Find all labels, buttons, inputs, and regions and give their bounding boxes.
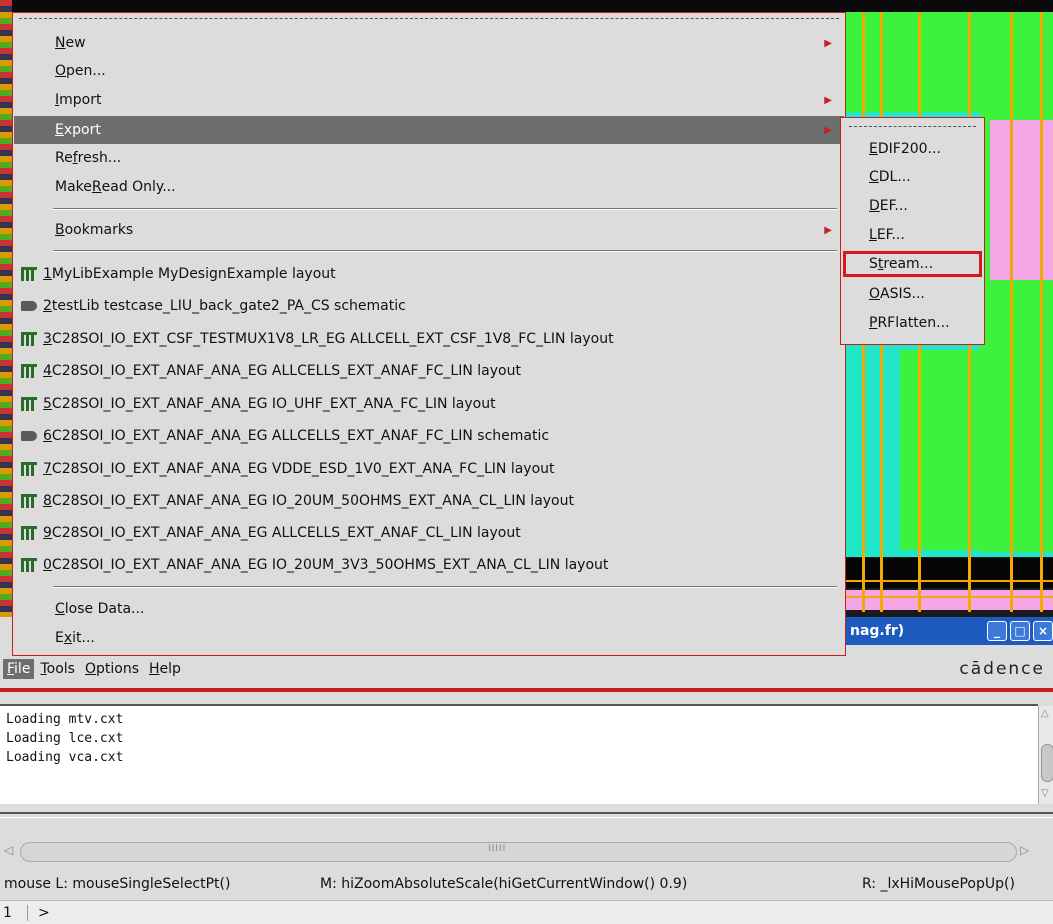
recent-item[interactable]: 3 C28SOI_IO_EXT_CSF_TESTMUX1V8_LR_EG ALL… [14, 324, 844, 354]
layout-icon [21, 267, 37, 281]
mouse-right-binding: R: _lxHiMousePopUp() [862, 876, 1015, 892]
console-line: Loading vca.cxt [6, 750, 124, 765]
layout-pink-region [990, 120, 1053, 280]
minimize-icon[interactable]: _ [987, 621, 1007, 641]
scroll-right-icon[interactable]: ▷ [1020, 843, 1029, 857]
layout-gold-hwire [846, 580, 1053, 582]
export-item-oasis[interactable]: O ASIS... [843, 281, 982, 307]
maximize-icon[interactable]: □ [1010, 621, 1030, 641]
console-output[interactable]: Loading mtv.cxt Loading lce.cxt Loading … [0, 704, 1038, 804]
recent-item[interactable]: 6 C28SOI_IO_EXT_ANAF_ANA_EG ALLCELLS_EXT… [14, 421, 844, 451]
menu-separator [53, 586, 837, 588]
schematic-icon [21, 301, 37, 311]
command-line-number: 1 [0, 904, 28, 921]
file-menu-dropdown: New ▶ Open... Import ▶ Export ▶ Re f resh.… [12, 12, 846, 656]
layout-icon [21, 397, 37, 411]
recent-item[interactable]: 0 C28SOI_IO_EXT_ANAF_ANA_EG IO_20UM_3V3_… [14, 550, 844, 580]
command-prompt[interactable]: > [28, 905, 50, 921]
mouse-status-bar: mouse L: mouseSingleSelectPt() M: hiZoom… [0, 872, 1053, 896]
menu-item-close-data[interactable]: Close Data... [14, 595, 844, 623]
layout-icon [21, 526, 37, 540]
layout-icon [21, 332, 37, 346]
console-line: Loading mtv.cxt [6, 712, 124, 727]
console-line: Loading lce.cxt [6, 731, 124, 746]
horizontal-scrollbar[interactable]: ◁ IIIII ▷ [0, 840, 1038, 864]
recent-item[interactable]: 9 C28SOI_IO_EXT_ANAF_ANA_EG ALLCELLS_EXT… [14, 518, 844, 548]
layout-gold-hwire [846, 596, 1053, 598]
layout-black-band [846, 558, 1053, 588]
panel-divider [0, 812, 1053, 818]
recent-item[interactable]: 4 C28SOI_IO_EXT_ANAF_ANA_EG ALLCELLS_EXT… [14, 356, 844, 386]
layout-left-strip [0, 0, 12, 617]
menu-item-open[interactable]: Open... [14, 57, 844, 85]
close-icon[interactable]: × [1033, 621, 1053, 641]
menu-item-export[interactable]: Export ▶ [14, 116, 844, 144]
export-item-stream[interactable]: St ream... [843, 251, 982, 277]
submenu-arrow-icon: ▶ [824, 224, 832, 236]
cadence-logo: cādence [959, 659, 1045, 679]
menu-tearoff[interactable] [19, 18, 839, 19]
export-item-cdl[interactable]: C DL... [843, 164, 982, 190]
scroll-left-icon[interactable]: ◁ [4, 843, 13, 857]
menu-tools[interactable]: Tools [36, 659, 79, 679]
menu-bar: File Tools Options Help [0, 656, 1053, 682]
layout-icon [21, 494, 37, 508]
recent-item[interactable]: 7 C28SOI_IO_EXT_ANAF_ANA_EG VDDE_ESD_1V0… [14, 454, 844, 484]
window-titlebar[interactable]: nag.fr) _ □ × [846, 617, 1053, 645]
menu-item-refresh[interactable]: Re f resh... [14, 144, 844, 172]
brand-divider [0, 688, 1053, 692]
menu-item-exit[interactable]: Ex it... [14, 624, 844, 652]
layout-gold-wire [1010, 12, 1013, 612]
recent-item[interactable]: 2 testLib testcase_LIU_back_gate2_PA_CS … [14, 291, 844, 321]
mouse-left-binding: mouse L: mouseSingleSelectPt() [4, 876, 231, 892]
menu-separator [53, 250, 837, 252]
recent-item[interactable]: 1 MyLibExample MyDesignExample layout [14, 259, 844, 289]
layout-gold-wire [1040, 12, 1043, 612]
recent-item[interactable]: 5 C28SOI_IO_EXT_ANAF_ANA_EG IO_UHF_EXT_A… [14, 389, 844, 419]
menu-item-make-read-only[interactable]: Make Read Only... [14, 173, 844, 201]
console-vertical-scrollbar[interactable]: △ ▽ [1038, 706, 1053, 804]
mouse-middle-binding: M: hiZoomAbsoluteScale(hiGetCurrentWindo… [320, 876, 688, 892]
layout-icon [21, 462, 37, 476]
submenu-arrow-icon: ▶ [824, 124, 832, 136]
submenu-arrow-icon: ▶ [824, 94, 832, 106]
menu-item-new[interactable]: New ▶ [14, 29, 844, 57]
menu-item-import[interactable]: Import ▶ [14, 86, 844, 114]
command-line[interactable]: 1 > [0, 900, 1053, 924]
menu-help[interactable]: Help [145, 659, 185, 679]
layout-icon [21, 558, 37, 572]
menu-file[interactable]: File [3, 659, 35, 679]
menu-tearoff[interactable] [849, 126, 976, 127]
scrollbar-grip-icon: IIIII [488, 844, 507, 854]
export-item-lef[interactable]: L EF... [843, 222, 982, 248]
scroll-down-icon[interactable]: ▽ [1041, 788, 1049, 799]
recent-item[interactable]: 8 C28SOI_IO_EXT_ANAF_ANA_EG IO_20UM_50OH… [14, 486, 844, 516]
menu-item-bookmarks[interactable]: Bookmarks ▶ [14, 216, 844, 244]
submenu-arrow-icon: ▶ [824, 37, 832, 49]
scroll-up-icon[interactable]: △ [1041, 708, 1049, 719]
export-item-prflatten[interactable]: P RFlatten... [843, 310, 982, 336]
window-title: nag.fr) [850, 623, 905, 639]
scrollbar-thumb[interactable] [1041, 744, 1053, 782]
scrollbar-thumb[interactable] [20, 842, 1017, 862]
schematic-icon [21, 431, 37, 441]
layout-pink-region [846, 590, 1053, 610]
export-item-def[interactable]: D EF... [843, 193, 982, 219]
menu-separator [53, 208, 837, 210]
layout-icon [21, 364, 37, 378]
export-submenu: E DIF200... C DL... D EF... L EF... St ream..… [840, 117, 985, 345]
menu-options[interactable]: Options [81, 659, 143, 679]
layout-green-region [846, 12, 1053, 112]
layout-topbar [0, 0, 1053, 12]
export-item-edif200[interactable]: E DIF200... [843, 136, 982, 162]
